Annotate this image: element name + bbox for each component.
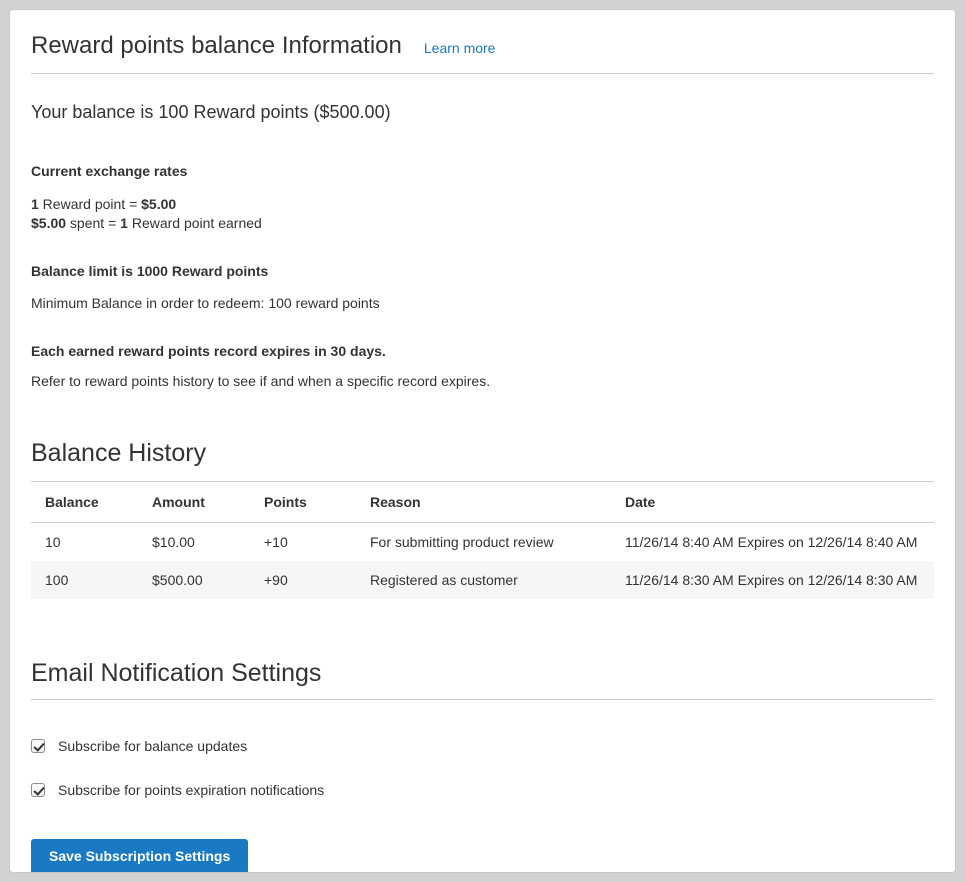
- rate-text: spent =: [66, 215, 120, 231]
- column-header-points: Points: [250, 482, 356, 523]
- balance-limit-text: Balance limit is 1000 Reward points: [31, 263, 934, 279]
- column-header-date: Date: [611, 482, 934, 523]
- rate-bold: $5.00: [141, 196, 176, 212]
- cell-amount: $500.00: [138, 561, 250, 599]
- rate-bold: 1: [120, 215, 128, 231]
- column-header-amount: Amount: [138, 482, 250, 523]
- min-balance-text: Minimum Balance in order to redeem: 100 …: [31, 295, 934, 311]
- column-header-balance: Balance: [31, 482, 138, 523]
- expiration-note: Refer to reward points history to see if…: [31, 373, 934, 389]
- email-settings-heading: Email Notification Settings: [31, 659, 934, 688]
- exchange-rate-line-1: 1 Reward point = $5.00: [31, 195, 934, 214]
- learn-more-link[interactable]: Learn more: [424, 40, 496, 56]
- balance-history-table: Balance Amount Points Reason Date 10 $10…: [31, 481, 934, 599]
- balance-summary: Your balance is 100 Reward points ($500.…: [31, 102, 934, 123]
- rate-text: Reward point earned: [128, 215, 262, 231]
- exchange-rates-heading: Current exchange rates: [31, 163, 934, 179]
- table-row: 100 $500.00 +90 Registered as customer 1…: [31, 561, 934, 599]
- cell-amount: $10.00: [138, 523, 250, 562]
- exchange-rate-line-2: $5.00 spent = 1 Reward point earned: [31, 214, 934, 233]
- reward-info-card: Reward points balance Information Learn …: [9, 9, 956, 873]
- balance-updates-option: Subscribe for balance updates: [31, 738, 934, 754]
- rate-bold: 1: [31, 196, 39, 212]
- cell-balance: 10: [31, 523, 138, 562]
- exchange-rates: 1 Reward point = $5.00 $5.00 spent = 1 R…: [31, 195, 934, 233]
- cell-balance: 100: [31, 561, 138, 599]
- cell-points: +10: [250, 523, 356, 562]
- balance-history-heading: Balance History: [31, 439, 934, 468]
- cell-reason: For submitting product review: [356, 523, 611, 562]
- email-settings-divider: [31, 699, 934, 700]
- balance-updates-checkbox[interactable]: [31, 739, 45, 753]
- cell-date: 11/26/14 8:30 AM Expires on 12/26/14 8:3…: [611, 561, 934, 599]
- cell-points: +90: [250, 561, 356, 599]
- table-header-row: Balance Amount Points Reason Date: [31, 482, 934, 523]
- page-title: Reward points balance Information: [31, 32, 402, 60]
- rate-text: Reward point =: [39, 196, 141, 212]
- balance-updates-label[interactable]: Subscribe for balance updates: [58, 738, 247, 754]
- expiration-notice: Each earned reward points record expires…: [31, 343, 934, 359]
- expiration-notifications-option: Subscribe for points expiration notifica…: [31, 782, 934, 798]
- table-row: 10 $10.00 +10 For submitting product rev…: [31, 523, 934, 562]
- cell-reason: Registered as customer: [356, 561, 611, 599]
- column-header-reason: Reason: [356, 482, 611, 523]
- cell-date: 11/26/14 8:40 AM Expires on 12/26/14 8:4…: [611, 523, 934, 562]
- save-subscription-settings-button[interactable]: Save Subscription Settings: [31, 839, 248, 873]
- header-divider: [31, 73, 934, 74]
- rate-bold: $5.00: [31, 215, 66, 231]
- expiration-notifications-label[interactable]: Subscribe for points expiration notifica…: [58, 782, 324, 798]
- expiration-notifications-checkbox[interactable]: [31, 783, 45, 797]
- page-header: Reward points balance Information Learn …: [31, 32, 934, 60]
